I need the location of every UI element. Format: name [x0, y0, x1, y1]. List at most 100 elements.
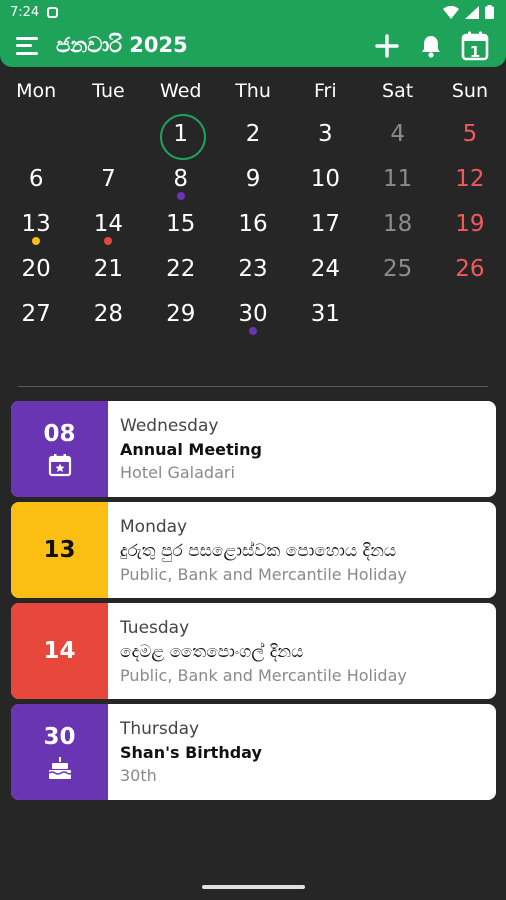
battery-icon	[485, 5, 494, 19]
calendar-day-12[interactable]: 12	[434, 157, 506, 202]
calendar-day-17[interactable]: 17	[289, 202, 361, 247]
calendar-grid: 1 2 3 4 5 6 7 8 9 10 11 12 13 14 15 16 1…	[0, 112, 506, 337]
calendar-day-11[interactable]: 11	[361, 157, 433, 202]
calendar-day-6[interactable]: 6	[0, 157, 72, 202]
page-title: ජනවාරි 2025	[56, 33, 188, 57]
calendar-day-29[interactable]: 29	[145, 292, 217, 337]
event-info: Tuesday දෙමළ තෛපොංගල් දිනය Public, Bank …	[108, 603, 496, 699]
home-indicator[interactable]	[202, 885, 305, 889]
calendar-day-empty	[434, 292, 506, 337]
bell-icon	[422, 35, 440, 58]
calendar-day-13-label: 13	[21, 211, 51, 237]
event-date-badge: 14	[11, 603, 108, 699]
status-bar: 7:24	[0, 0, 506, 24]
event-card[interactable]: 13 Monday දුරුතු පුර පසළොස්වක පොහොය දිනය…	[11, 502, 496, 598]
calendar-day-21[interactable]: 21	[72, 247, 144, 292]
plus-icon	[375, 33, 399, 58]
event-card[interactable]: 30 Thursday Shan's Birthday 30th	[11, 704, 496, 800]
weekday-thu: Thu	[235, 80, 271, 102]
event-subtitle: 30th	[120, 766, 157, 785]
event-date: 14	[43, 638, 76, 664]
calendar-day-empty	[0, 112, 72, 157]
calendar-day-13[interactable]: 13	[0, 202, 72, 247]
calendar-day-empty	[361, 292, 433, 337]
event-weekday: Monday	[120, 516, 188, 537]
event-date-badge: 13	[11, 502, 108, 598]
event-title: දුරුතු පුර පසළොස්වක පොහොය දිනය	[120, 540, 397, 561]
event-date-badge: 08	[11, 401, 108, 497]
calendar-day-10[interactable]: 10	[289, 157, 361, 202]
calendar-day-7[interactable]: 7	[72, 157, 144, 202]
wifi-icon	[443, 5, 459, 19]
status-time: 7:24	[10, 4, 40, 20]
calendar-day-19[interactable]: 19	[434, 202, 506, 247]
calendar-day-9[interactable]: 9	[217, 157, 289, 202]
event-dot	[249, 327, 258, 335]
event-weekday: Wednesday	[120, 416, 219, 436]
event-list: 08 Wednesday Annual Meeting Hotel Galada…	[11, 401, 496, 805]
event-info: Wednesday Annual Meeting Hotel Galadari	[108, 401, 496, 497]
event-date: 13	[43, 537, 76, 563]
calendar-day-14-label: 14	[93, 211, 124, 237]
calendar-day-5[interactable]: 5	[434, 112, 506, 157]
today-badge-number: 1	[469, 42, 481, 61]
calendar-day-24[interactable]: 24	[289, 247, 361, 292]
app-bar: ජනවාරි 2025 1	[0, 24, 506, 67]
calendar-day-25[interactable]: 25	[361, 247, 433, 292]
event-subtitle: Public, Bank and Mercantile Holiday	[120, 564, 407, 584]
calendar-day-31[interactable]: 31	[289, 292, 361, 337]
signal-icon	[465, 5, 479, 19]
calendar-day-28[interactable]: 28	[72, 292, 144, 337]
calendar-day-2[interactable]: 2	[217, 112, 289, 157]
event-star-icon	[48, 454, 71, 477]
menu-icon[interactable]	[16, 35, 42, 57]
calendar-day-15[interactable]: 15	[145, 202, 217, 247]
event-info: Thursday Shan's Birthday 30th	[108, 704, 496, 800]
calendar-day-1[interactable]: 1	[145, 112, 217, 160]
event-subtitle: Hotel Galadari	[120, 463, 235, 482]
calendar-day-30-label: 30	[238, 301, 268, 327]
event-weekday: Tuesday	[120, 617, 190, 638]
calendar-day-20[interactable]: 20	[0, 247, 72, 292]
calendar-day-8-label: 8	[173, 166, 189, 192]
event-info: Monday දුරුතු පුර පසළොස්වක පොහොය දිනය Pu…	[108, 502, 496, 598]
today-button[interactable]: 1	[460, 31, 490, 61]
calendar-day-14[interactable]: 14	[72, 202, 144, 247]
event-title: Annual Meeting	[120, 440, 263, 459]
calendar-day-26[interactable]: 26	[434, 247, 506, 292]
event-title: Shan's Birthday	[120, 743, 262, 762]
event-card[interactable]: 14 Tuesday දෙමළ තෛපොංගල් දිනය Public, Ba…	[11, 603, 496, 699]
weekday-tue: Tue	[92, 80, 125, 102]
weekday-wed: Wed	[160, 80, 202, 102]
calendar-day-4[interactable]: 4	[361, 112, 433, 157]
calendar-day-16[interactable]: 16	[217, 202, 289, 247]
calendar-day-23[interactable]: 23	[217, 247, 289, 292]
event-weekday: Thursday	[120, 719, 200, 739]
notification-icon	[47, 6, 59, 18]
event-dot	[32, 237, 41, 245]
calendar-day-27[interactable]: 27	[0, 292, 72, 337]
event-dot	[176, 192, 185, 200]
calendar-day-30[interactable]: 30	[217, 292, 289, 337]
weekday-sun: Sun	[451, 80, 488, 102]
weekday-sat: Sat	[382, 80, 414, 102]
add-button[interactable]	[372, 31, 402, 61]
event-date: 08	[43, 421, 76, 447]
weekday-mon: Mon	[16, 80, 57, 102]
cake-icon	[48, 757, 72, 779]
weekday-header: Mon Tue Wed Thu Fri Sat Sun	[0, 76, 506, 106]
calendar-day-8[interactable]: 8	[145, 157, 217, 202]
weekday-fri: Fri	[314, 80, 337, 102]
event-date-badge: 30	[11, 704, 108, 800]
calendar-day-empty	[72, 112, 144, 157]
event-subtitle: Public, Bank and Mercantile Holiday	[120, 665, 407, 685]
calendar-day-22[interactable]: 22	[145, 247, 217, 292]
notifications-button[interactable]	[416, 31, 446, 61]
event-title: දෙමළ තෛපොංගල් දිනය	[120, 641, 304, 662]
event-dot	[104, 237, 113, 245]
event-card[interactable]: 08 Wednesday Annual Meeting Hotel Galada…	[11, 401, 496, 497]
calendar-day-18[interactable]: 18	[361, 202, 433, 247]
divider	[18, 386, 488, 387]
event-date: 30	[43, 724, 76, 750]
calendar-day-3[interactable]: 3	[289, 112, 361, 157]
